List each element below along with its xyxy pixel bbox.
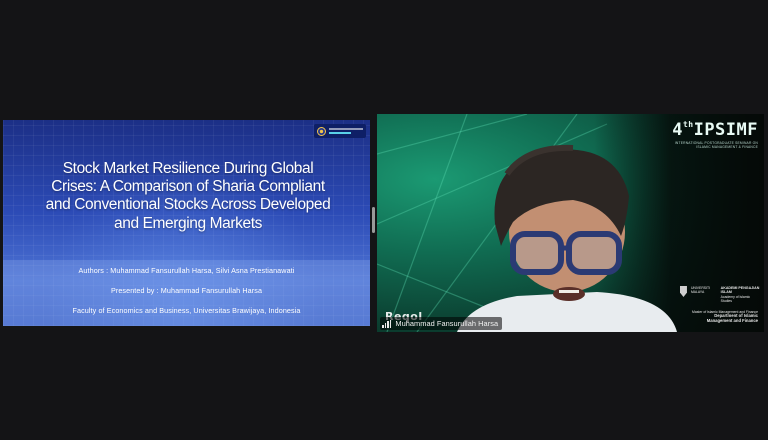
seal-icon — [317, 126, 326, 136]
slide-title: Stock Market Resilience During Global Cr… — [45, 160, 331, 232]
institution-logos: UNIVERSITI MALAYA AKADEMI PENGAJIAN ISLA… — [680, 286, 760, 304]
participant-name: Muhammad Fansurullah Harsa — [395, 319, 499, 328]
event-logo: 4thIPSIMF International Postgraduate Sem… — [662, 120, 758, 149]
university-crest-icon — [680, 286, 687, 297]
participant-video-tile[interactable]: 4thIPSIMF International Postgraduate Sem… — [377, 114, 764, 332]
institution-right: AKADEMI PENGAJIAN ISLAM Academy of Islami… — [720, 286, 760, 304]
program-footer: Master of Islamic Management and Finance… — [692, 310, 758, 323]
signal-strength-icon — [382, 319, 392, 328]
slide-presenter: Presented by : Muhammad Fansurullah Hars… — [110, 286, 263, 295]
university-logo-icon — [314, 124, 366, 138]
split-resize-handle[interactable] — [372, 207, 375, 233]
participant-name-tag: Muhammad Fansurullah Harsa — [380, 317, 503, 330]
event-tagline: International Postgraduate Seminar on Is… — [674, 141, 758, 150]
slide-authors: Authors : Muhammad Fansurullah Harsa, Si… — [78, 266, 295, 275]
institution-left: UNIVERSITI MALAYA — [690, 286, 710, 295]
shared-screen[interactable]: Stock Market Resilience During Global Cr… — [3, 120, 370, 326]
slide-affiliation: Faculty of Economics and Business, Unive… — [72, 306, 301, 315]
